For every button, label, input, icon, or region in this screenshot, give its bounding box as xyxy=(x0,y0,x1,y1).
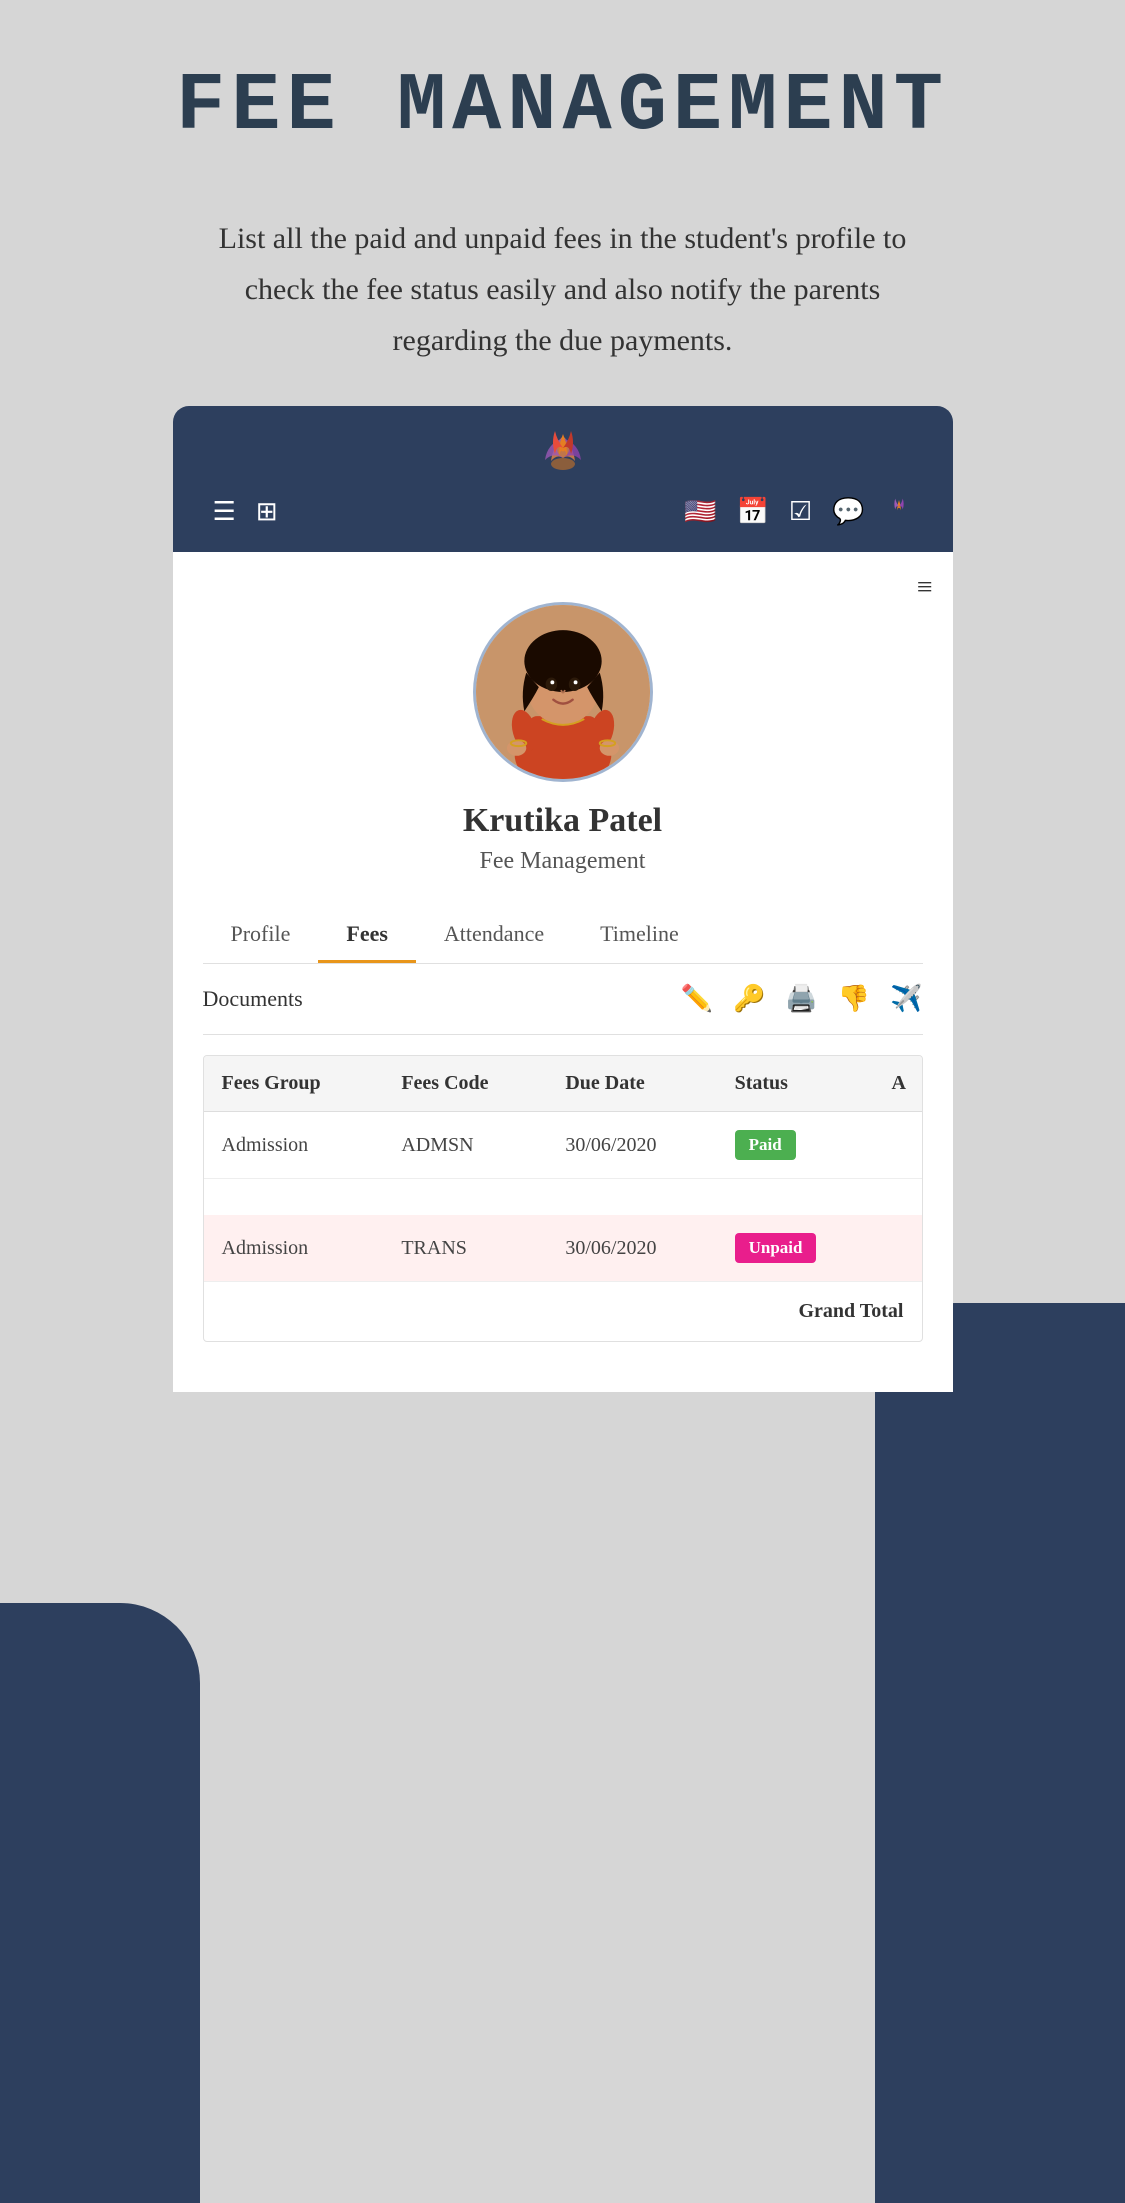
table-row: Admission TRANS 30/06/2020 Unpaid xyxy=(204,1215,922,1282)
page-header: FEE MANAGEMENT xyxy=(0,0,1125,173)
status-cell: Unpaid xyxy=(717,1215,874,1282)
flag-icon[interactable]: 🇺🇸 xyxy=(684,497,716,527)
whatsapp-icon[interactable]: 💬 xyxy=(832,497,864,527)
tabs-row: Profile Fees Attendance Timeline xyxy=(203,905,923,963)
a-cell xyxy=(874,1112,922,1179)
col-fees-group: Fees Group xyxy=(204,1056,384,1112)
grid-icon[interactable]: ⊞ xyxy=(256,497,278,527)
app-wrapper: ☰ ⊞ 🇺🇸 📅 ☑ 💬 ≡ xyxy=(173,406,953,1392)
table-row: Admission ADMSN 30/06/2020 Paid xyxy=(204,1112,922,1179)
key-icon[interactable]: 🔑 xyxy=(733,984,765,1014)
lotus-nav-icon[interactable] xyxy=(885,496,913,527)
profile-section: Krutika Patel Fee Management xyxy=(203,582,923,905)
doc-icons: ✏️ 🔑 🖨️ 👎 ✈️ xyxy=(681,984,923,1014)
fees-table-container: Fees Group Fees Code Due Date Status A A… xyxy=(203,1055,923,1342)
avatar-image xyxy=(476,605,650,779)
table-header-row: Fees Group Fees Code Due Date Status A xyxy=(204,1056,922,1112)
check-icon[interactable]: ☑ xyxy=(789,497,812,527)
col-a: A xyxy=(874,1056,922,1112)
col-status: Status xyxy=(717,1056,874,1112)
documents-row: Documents ✏️ 🔑 🖨️ 👎 ✈️ xyxy=(203,964,923,1035)
print-icon[interactable]: 🖨️ xyxy=(785,984,817,1014)
documents-label: Documents xyxy=(203,986,303,1012)
due-date-cell: 30/06/2020 xyxy=(547,1112,716,1179)
due-date-cell: 30/06/2020 xyxy=(547,1215,716,1282)
status-badge-paid: Paid xyxy=(735,1130,796,1160)
page-description: List all the paid and unpaid fees in the… xyxy=(188,213,938,366)
flag-doc-icon[interactable]: 👎 xyxy=(838,984,870,1014)
tabs-container: Profile Fees Attendance Timeline xyxy=(203,905,923,964)
tab-attendance[interactable]: Attendance xyxy=(416,905,572,963)
tab-fees[interactable]: Fees xyxy=(318,905,416,963)
hamburger-icon[interactable]: ☰ xyxy=(213,497,236,527)
menu-dots-button[interactable]: ≡ xyxy=(917,572,933,604)
calendar-icon[interactable]: 📅 xyxy=(736,497,768,527)
app-content: ≡ xyxy=(173,552,953,1392)
tab-timeline[interactable]: Timeline xyxy=(572,905,707,963)
status-badge-unpaid: Unpaid xyxy=(735,1233,817,1263)
fees-code-cell: ADMSN xyxy=(383,1112,547,1179)
nav-right: 🇺🇸 📅 ☑ 💬 xyxy=(684,496,912,527)
send-icon[interactable]: ✈️ xyxy=(890,984,922,1014)
col-due-date: Due Date xyxy=(547,1056,716,1112)
fees-group-cell: Admission xyxy=(204,1112,384,1179)
avatar-container xyxy=(473,602,653,782)
col-fees-code: Fees Code xyxy=(383,1056,547,1112)
bg-shape-left xyxy=(0,1603,200,2203)
bg-shape-right xyxy=(875,1303,1125,2203)
a-cell xyxy=(874,1215,922,1282)
fees-group-cell: Admission xyxy=(204,1215,384,1282)
page-title: FEE MANAGEMENT xyxy=(0,60,1125,153)
tab-profile[interactable]: Profile xyxy=(203,905,319,963)
grand-total-row: Grand Total xyxy=(204,1282,922,1342)
student-name: Krutika Patel xyxy=(463,802,662,840)
nav-left: ☰ ⊞ xyxy=(213,497,278,527)
fees-table: Fees Group Fees Code Due Date Status A A… xyxy=(204,1056,922,1341)
app-navbar: ☰ ⊞ 🇺🇸 📅 ☑ 💬 xyxy=(173,406,953,552)
fees-code-cell: TRANS xyxy=(383,1215,547,1282)
grand-total-cell: Grand Total xyxy=(204,1282,922,1342)
status-cell: Paid xyxy=(717,1112,874,1179)
navbar-controls: ☰ ⊞ 🇺🇸 📅 ☑ 💬 xyxy=(203,491,923,532)
table-row-spacer xyxy=(204,1179,922,1216)
navbar-logo xyxy=(533,426,593,481)
student-subtitle: Fee Management xyxy=(480,848,646,875)
edit-icon[interactable]: ✏️ xyxy=(681,984,713,1014)
